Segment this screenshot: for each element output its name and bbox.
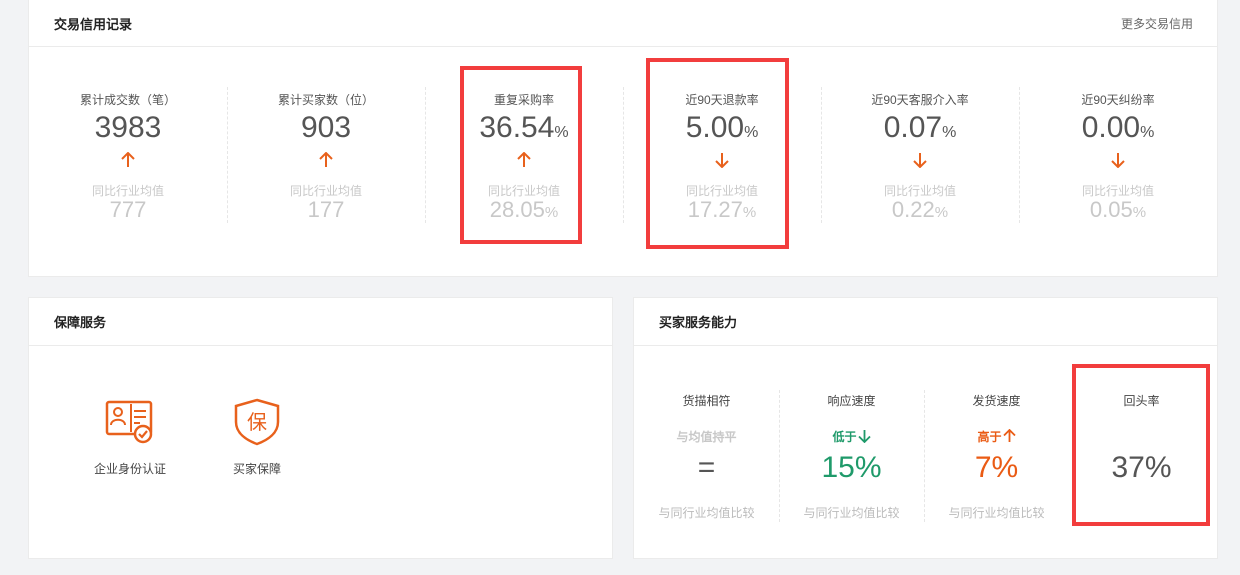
arrow-up-icon: [425, 152, 623, 170]
buyer-service-card: 买家服务能力 货描相符 与均值持平 = 与同行业均值比较 响应速度 低于 15%…: [633, 297, 1218, 559]
metric-value: 3983: [94, 111, 162, 144]
metric-label: 累计成交数（笔）: [79, 93, 176, 107]
metric-refund-rate-90d: 近90天退款率 5.00% 同比行业均值 17.27%: [623, 47, 821, 277]
arrow-down-icon: [821, 152, 1019, 170]
arrow-up-icon: [29, 152, 227, 170]
credit-record-header: 交易信用记录 更多交易信用: [29, 0, 1217, 47]
buyer-col-foot: 与同行业均值比较: [948, 506, 1045, 520]
buyer-col-value: 7%: [974, 451, 1019, 484]
buyer-col-tag: 高于: [924, 428, 1069, 445]
arrow-down-icon: [857, 430, 871, 444]
metric-label: 近90天退款率: [685, 93, 759, 107]
buyer-col-shipping-speed: 发货速度 高于 7% 与同行业均值比较: [924, 346, 1069, 526]
shield-bao-icon: 保: [234, 398, 280, 446]
buyer-col-tag: 与均值持平: [676, 430, 737, 444]
metric-value: 0.07%: [883, 111, 957, 144]
credit-metrics: 累计成交数（笔） 3983 同比行业均值 777 累计买家数（位） 903 同比…: [29, 47, 1217, 277]
metric-label: 重复采购率: [493, 93, 554, 107]
buyer-col-value: 37%: [1111, 451, 1172, 484]
metric-industry-avg: 177: [307, 197, 345, 222]
metric-label: 近90天客服介入率: [871, 93, 969, 107]
guarantee-item-buyer-protection[interactable]: 保 买家保障: [212, 398, 302, 477]
buyer-col-foot: 与同行业均值比较: [803, 506, 900, 520]
buyer-col-foot: 与同行业均值比较: [658, 506, 755, 520]
id-card-check-icon: [105, 400, 153, 444]
metric-industry-avg: 777: [109, 197, 147, 222]
guarantee-service-card: 保障服务 企业身份认证 保 买家保障: [28, 297, 613, 559]
metric-value: 0.00%: [1081, 111, 1155, 144]
buyer-col-value: 15%: [821, 451, 882, 484]
metric-value: 903: [300, 111, 352, 144]
guarantee-header: 保障服务: [29, 298, 612, 346]
arrow-up-icon: [227, 152, 425, 170]
metric-label: 累计买家数（位）: [277, 93, 374, 107]
guarantee-item-label: 买家保障: [232, 462, 281, 476]
metric-industry-avg: 28.05%: [489, 197, 559, 222]
buyer-service-title: 买家服务能力: [659, 315, 738, 330]
metric-value: 5.00%: [685, 111, 759, 144]
buyer-col-label: 响应速度: [827, 394, 876, 408]
buyer-col-tag: 低于: [779, 428, 924, 445]
more-credit-link[interactable]: 更多交易信用: [1121, 15, 1193, 32]
guarantee-item-label: 企业身份认证: [93, 462, 166, 476]
buyer-col-label: 货描相符: [682, 394, 731, 408]
guarantee-item-enterprise-auth[interactable]: 企业身份认证: [85, 398, 175, 477]
metric-cs-intervention-rate-90d: 近90天客服介入率 0.07% 同比行业均值 0.22%: [821, 47, 1019, 277]
metric-industry-avg: 0.22%: [891, 197, 949, 222]
buyer-col-label: 发货速度: [972, 394, 1021, 408]
arrow-down-icon: [1019, 152, 1217, 170]
arrow-down-icon: [623, 152, 821, 170]
credit-record-card: 交易信用记录 更多交易信用 累计成交数（笔） 3983 同比行业均值 777 累…: [28, 0, 1218, 277]
buyer-service-header: 买家服务能力: [634, 298, 1217, 346]
buyer-col-description-match: 货描相符 与均值持平 = 与同行业均值比较: [634, 346, 779, 526]
buyer-col-response-speed: 响应速度 低于 15% 与同行业均值比较: [779, 346, 924, 526]
buyer-col-return-rate: 回头率 37%: [1069, 346, 1214, 526]
metric-total-deals: 累计成交数（笔） 3983 同比行业均值 777: [29, 47, 227, 277]
metric-dispute-rate-90d: 近90天纠纷率 0.00% 同比行业均值 0.05%: [1019, 47, 1217, 277]
buyer-col-value: =: [697, 451, 716, 484]
guarantee-title: 保障服务: [54, 315, 107, 330]
arrow-up-icon: [1002, 428, 1016, 442]
buyer-col-label: 回头率: [1123, 394, 1160, 408]
credit-record-title: 交易信用记录: [54, 17, 133, 32]
svg-text:保: 保: [247, 410, 267, 434]
metric-label: 近90天纠纷率: [1081, 93, 1155, 107]
metric-industry-avg: 0.05%: [1089, 197, 1147, 222]
metric-total-buyers: 累计买家数（位） 903 同比行业均值 177: [227, 47, 425, 277]
metric-repeat-purchase-rate: 重复采购率 36.54% 同比行业均值 28.05%: [425, 47, 623, 277]
metric-value: 36.54%: [479, 111, 569, 144]
metric-industry-avg: 17.27%: [687, 197, 757, 222]
